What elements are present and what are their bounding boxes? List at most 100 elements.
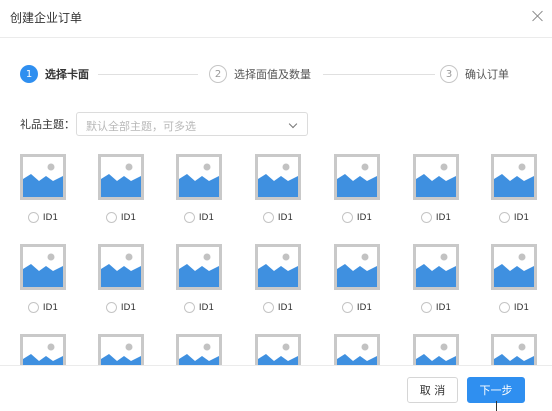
theme-select-placeholder: 默认全部主题，可多选 <box>86 120 196 133</box>
step-3: 3 确认订单 <box>440 64 509 84</box>
card-item[interactable]: ID1 <box>491 244 537 313</box>
card-radio[interactable] <box>498 302 510 313</box>
card-image <box>179 157 219 197</box>
theme-select[interactable]: 默认全部主题，可多选 <box>76 112 308 136</box>
card-item[interactable]: ID1 <box>98 244 144 313</box>
image-placeholder-icon[interactable] <box>98 154 144 200</box>
image-placeholder-icon[interactable] <box>20 334 66 365</box>
image-placeholder-icon[interactable] <box>255 154 301 200</box>
image-placeholder-icon[interactable] <box>20 154 66 200</box>
card-radio[interactable] <box>105 212 117 223</box>
image-placeholder-icon[interactable] <box>334 244 380 290</box>
card-item[interactable]: ID1 <box>413 154 459 223</box>
image-placeholder-icon[interactable] <box>98 244 144 290</box>
card-select[interactable]: ID1 <box>98 212 144 223</box>
image-placeholder-icon[interactable] <box>98 334 144 365</box>
card-item[interactable]: ID1 <box>98 154 144 223</box>
card-radio[interactable] <box>498 212 510 223</box>
card-item[interactable]: ID1 <box>255 244 301 313</box>
card-image <box>494 337 534 365</box>
card-select[interactable]: ID1 <box>334 302 380 313</box>
image-placeholder-icon[interactable] <box>491 154 537 200</box>
image-placeholder-icon[interactable] <box>334 154 380 200</box>
next-button[interactable]: 下一步 <box>467 377 525 403</box>
card-radio[interactable] <box>183 302 195 313</box>
card-item[interactable] <box>255 334 301 365</box>
card-item[interactable]: ID1 <box>334 244 380 313</box>
card-item[interactable]: ID1 <box>176 244 222 313</box>
card-radio[interactable] <box>262 302 274 313</box>
image-placeholder-icon[interactable] <box>176 334 222 365</box>
image-placeholder-icon[interactable] <box>491 244 537 290</box>
card-image <box>23 247 63 287</box>
card-select[interactable]: ID1 <box>491 302 537 313</box>
card-select[interactable]: ID1 <box>255 302 301 313</box>
card-radio[interactable] <box>420 302 432 313</box>
card-item[interactable] <box>98 334 144 365</box>
card-select[interactable]: ID1 <box>20 212 66 223</box>
card-id: ID1 <box>277 302 294 313</box>
card-id: ID1 <box>513 212 530 223</box>
card-item[interactable]: ID1 <box>491 154 537 223</box>
step-number: 2 <box>209 65 227 83</box>
card-select[interactable]: ID1 <box>98 302 144 313</box>
card-image <box>416 337 456 365</box>
card-item[interactable] <box>413 334 459 365</box>
close-icon[interactable] <box>531 9 545 23</box>
card-item[interactable] <box>20 334 66 365</box>
card-radio[interactable] <box>27 302 39 313</box>
card-radio[interactable] <box>183 212 195 223</box>
card-select[interactable]: ID1 <box>176 302 222 313</box>
card-item[interactable]: ID1 <box>334 154 380 223</box>
card-select[interactable]: ID1 <box>255 212 301 223</box>
image-placeholder-icon[interactable] <box>176 154 222 200</box>
card-id: ID1 <box>120 302 137 313</box>
step-connector <box>98 74 198 75</box>
card-item[interactable] <box>176 334 222 365</box>
card-item[interactable]: ID1 <box>413 244 459 313</box>
card-select[interactable]: ID1 <box>20 302 66 313</box>
image-placeholder-icon[interactable] <box>334 334 380 365</box>
card-select[interactable]: ID1 <box>491 212 537 223</box>
step-indicator: 1 选择卡面 2 选择面值及数量 3 确认订单 <box>20 64 520 84</box>
image-placeholder-icon[interactable] <box>413 334 459 365</box>
image-placeholder-icon[interactable] <box>176 244 222 290</box>
image-placeholder-icon[interactable] <box>413 154 459 200</box>
card-radio[interactable] <box>262 212 274 223</box>
dialog-footer: 取 消 下一步 <box>0 365 552 411</box>
card-item[interactable] <box>491 334 537 365</box>
card-item[interactable]: ID1 <box>20 244 66 313</box>
chevron-down-icon[interactable] <box>288 119 298 129</box>
image-placeholder-icon[interactable] <box>491 334 537 365</box>
image-placeholder-icon[interactable] <box>255 334 301 365</box>
card-item[interactable]: ID1 <box>176 154 222 223</box>
card-select[interactable]: ID1 <box>176 212 222 223</box>
image-placeholder-icon[interactable] <box>413 244 459 290</box>
card-item[interactable]: ID1 <box>255 154 301 223</box>
card-item[interactable] <box>334 334 380 365</box>
image-placeholder-icon[interactable] <box>20 244 66 290</box>
card-id: ID1 <box>435 212 452 223</box>
card-image <box>337 157 377 197</box>
card-radio[interactable] <box>420 212 432 223</box>
cancel-button[interactable]: 取 消 <box>407 377 458 403</box>
card-image <box>23 157 63 197</box>
card-grid: ID1 ID1 ID1 ID1 ID1 ID1 ID1 ID1 ID1 ID1 ID1 ID1 ID1 I… <box>20 154 552 365</box>
card-item[interactable]: ID1 <box>20 154 66 223</box>
card-image <box>494 157 534 197</box>
theme-filter-label: 礼品主题： <box>20 118 75 131</box>
card-radio[interactable] <box>341 302 353 313</box>
card-select[interactable]: ID1 <box>413 212 459 223</box>
card-image <box>258 337 298 365</box>
card-radio[interactable] <box>341 212 353 223</box>
card-select[interactable]: ID1 <box>413 302 459 313</box>
card-radio[interactable] <box>105 302 117 313</box>
step-number: 3 <box>440 65 458 83</box>
dialog-title: 创建企业订单 <box>10 11 83 25</box>
card-select[interactable]: ID1 <box>334 212 380 223</box>
card-radio[interactable] <box>27 212 39 223</box>
card-image <box>494 247 534 287</box>
card-image <box>23 337 63 365</box>
step-label: 选择卡面 <box>45 68 89 81</box>
image-placeholder-icon[interactable] <box>255 244 301 290</box>
